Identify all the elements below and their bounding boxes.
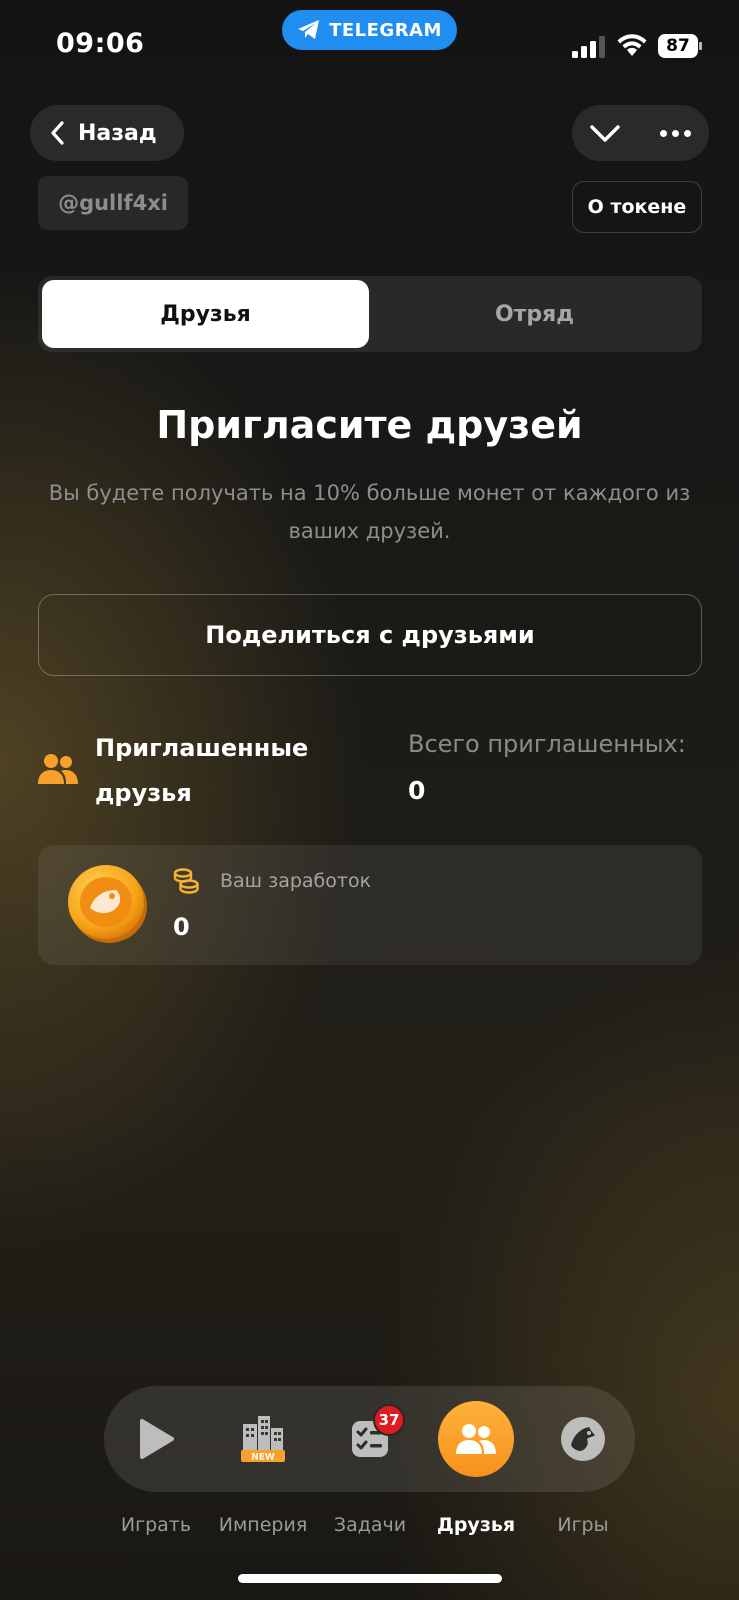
share-with-friends-button[interactable]: Поделиться с друзьями xyxy=(38,594,702,676)
tab-friends[interactable]: Друзья xyxy=(42,280,369,348)
about-token-button[interactable]: О токене xyxy=(572,181,702,233)
nav-label-games: Игры xyxy=(557,1514,609,1536)
nav-label-empire: Империя xyxy=(218,1514,308,1536)
username-chip[interactable]: @gullf4xi xyxy=(38,176,188,230)
coin-stack-icon xyxy=(173,868,199,894)
telegram-label: TELEGRAM xyxy=(329,19,442,41)
nav-label-tasks: Задачи xyxy=(333,1514,407,1536)
home-indicator[interactable] xyxy=(238,1574,502,1583)
nav-play-button[interactable] xyxy=(111,1394,201,1484)
total-invited-value: 0 xyxy=(408,776,426,805)
invited-friends-label: Приглашенные друзья xyxy=(95,734,309,807)
tab-squad[interactable]: Отряд xyxy=(371,280,698,348)
friends-icon xyxy=(38,754,78,784)
nav-tasks-button[interactable] xyxy=(325,1394,415,1484)
cellular-signal-icon xyxy=(572,36,605,58)
chevron-down-icon[interactable] xyxy=(588,116,622,150)
friends-active-indicator xyxy=(438,1401,514,1477)
nav-friends-button[interactable] xyxy=(431,1394,521,1484)
friends-icon xyxy=(456,1424,496,1454)
play-icon xyxy=(140,1419,174,1459)
svg-text:NEW: NEW xyxy=(251,1453,275,1463)
more-options-icon[interactable] xyxy=(657,118,693,148)
battery-indicator: 87 xyxy=(658,34,702,58)
chevron-left-icon xyxy=(51,121,64,145)
status-time: 09:06 xyxy=(56,28,145,59)
telegram-pill[interactable]: TELEGRAM xyxy=(282,10,457,50)
wifi-icon xyxy=(617,34,647,56)
back-button[interactable]: Назад xyxy=(30,105,184,161)
tasks-count-badge: 37 xyxy=(373,1404,405,1436)
coin-icon xyxy=(68,865,147,943)
earnings-label: Ваш заработок xyxy=(220,870,372,892)
back-label: Назад xyxy=(78,120,157,146)
page-title: Пригласите друзей xyxy=(156,403,583,447)
telegram-icon xyxy=(298,20,320,39)
nav-label-play: Играть xyxy=(120,1514,192,1536)
total-invited-label: Всего приглашенных: xyxy=(408,730,686,758)
battery-level: 87 xyxy=(666,36,690,56)
nav-empire-button[interactable]: NEW xyxy=(218,1394,308,1484)
earnings-value: 0 xyxy=(173,913,190,941)
nav-games-button[interactable] xyxy=(538,1394,628,1484)
invite-description: Вы будете получать на 10% больше монет о… xyxy=(48,481,691,543)
nav-label-friends: Друзья xyxy=(436,1514,516,1536)
empire-icon: NEW xyxy=(241,1416,285,1463)
games-icon xyxy=(561,1417,605,1461)
